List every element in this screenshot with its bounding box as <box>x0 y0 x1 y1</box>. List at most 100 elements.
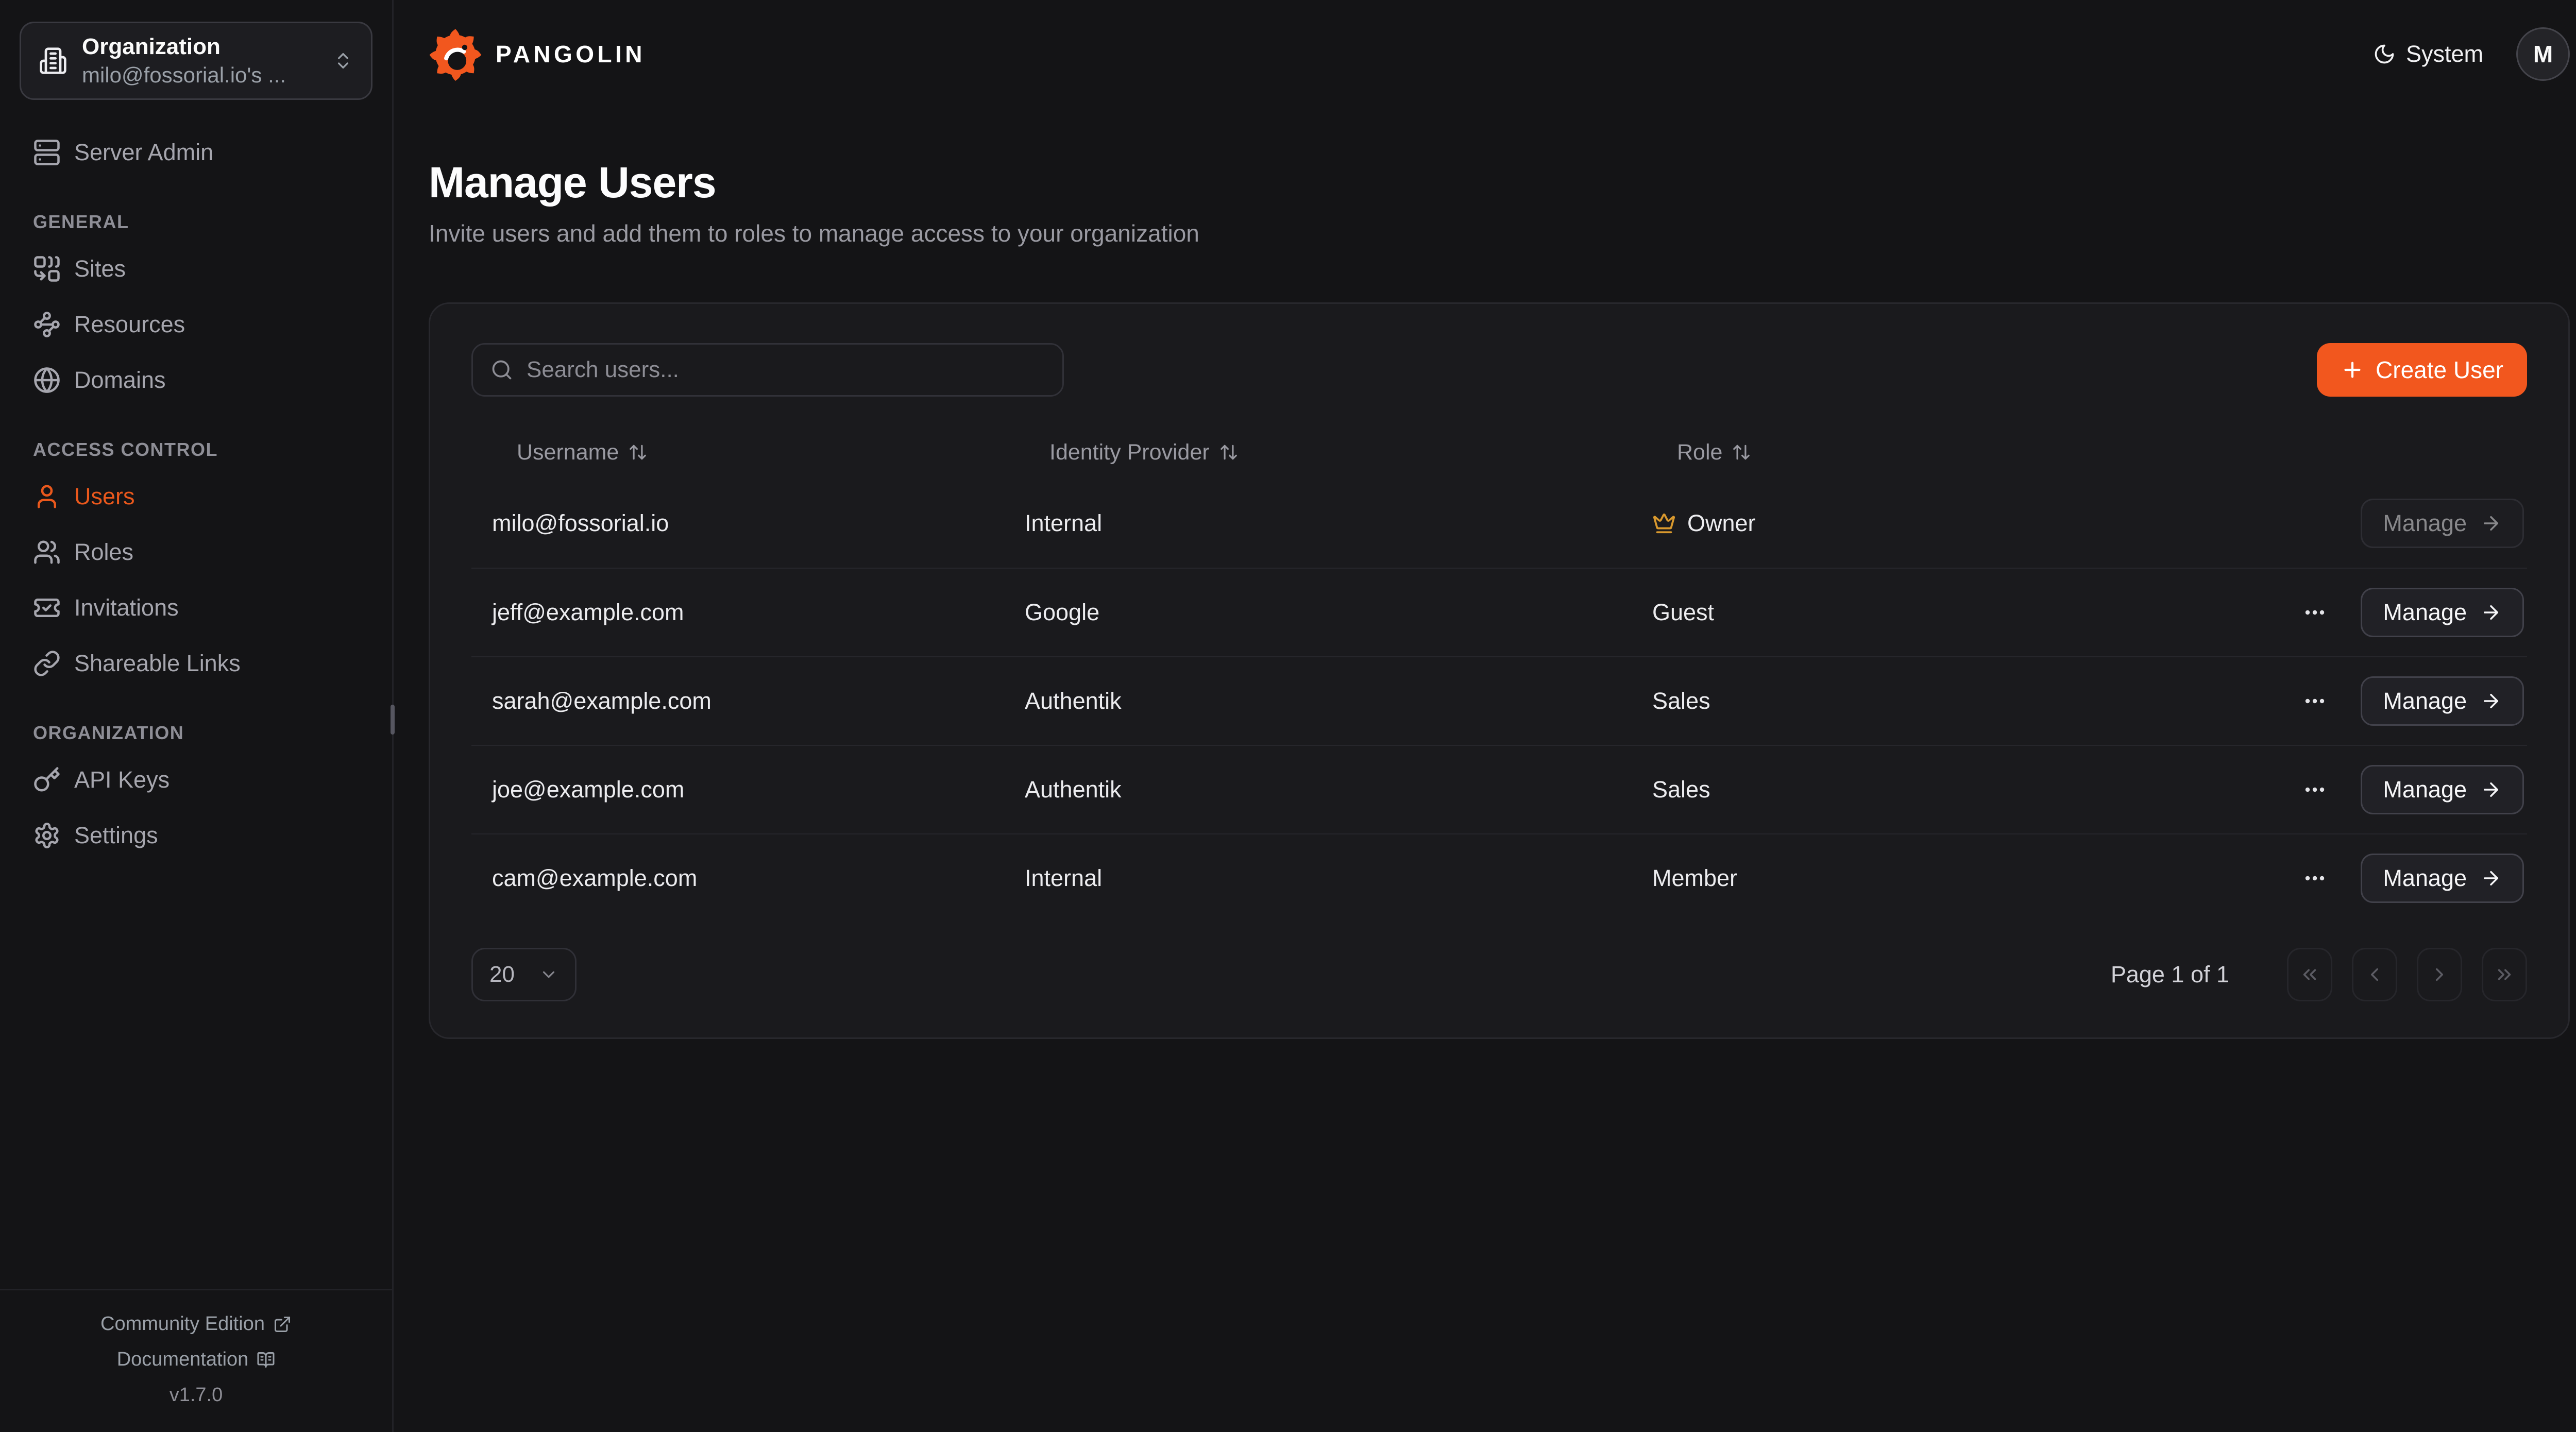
sidebar-item-settings[interactable]: Settings <box>20 808 372 863</box>
sidebar-item-label: Users <box>74 483 135 510</box>
manage-button: Manage <box>2361 499 2524 548</box>
arrow-right-icon <box>2480 690 2502 712</box>
search-input[interactable] <box>527 357 1045 383</box>
last-page-button[interactable] <box>2482 948 2527 1001</box>
theme-toggle[interactable]: System <box>2373 41 2483 67</box>
pagination-buttons <box>2287 948 2527 1001</box>
cell-identity-provider: Internal <box>1004 510 1632 537</box>
page-header: Manage Users Invite users and add them t… <box>429 160 2570 248</box>
sidebar: Organization milo@fossorial.io's ... Ser… <box>0 0 394 1432</box>
cell-actions: Manage <box>2166 854 2527 903</box>
ellipsis-icon <box>2302 600 2327 625</box>
page-indicator: Page 1 of 1 <box>2111 961 2229 988</box>
column-header-role[interactable]: Role <box>1632 440 2166 465</box>
sort-icon <box>1219 442 1239 462</box>
row-menu-button[interactable] <box>2297 765 2333 814</box>
avatar[interactable]: M <box>2516 27 2570 81</box>
sidebar-footer: Community Edition Documentation v1.7.0 <box>0 1289 392 1432</box>
users-panel: Create User Username Identity Provider <box>429 302 2570 1039</box>
pagination-controls: Page 1 of 1 <box>2111 948 2527 1001</box>
sidebar-item-api-keys[interactable]: API Keys <box>20 752 372 808</box>
previous-page-button[interactable] <box>2352 948 2397 1001</box>
community-edition-link[interactable]: Community Edition <box>100 1313 292 1335</box>
row-menu-button[interactable] <box>2297 854 2333 903</box>
cell-actions: Manage <box>2166 588 2527 637</box>
org-selector[interactable]: Organization milo@fossorial.io's ... <box>20 22 372 100</box>
main-content: PANGOLIN System M Manage Users Invite us… <box>394 0 2576 1432</box>
chevrons-right-icon <box>2494 964 2515 985</box>
arrow-right-icon <box>2480 602 2502 623</box>
sidebar-item-shareable-links[interactable]: Shareable Links <box>20 636 372 691</box>
row-menu-button[interactable] <box>2297 676 2333 726</box>
manage-button-label: Manage <box>2383 688 2467 714</box>
sidebar-nav: Server Admin GENERAL Sites Resources Dom… <box>20 125 372 863</box>
cell-username: joe@example.com <box>471 776 1004 803</box>
page-size-value: 20 <box>489 962 515 987</box>
column-header-label: Role <box>1677 440 1722 465</box>
manage-button[interactable]: Manage <box>2361 765 2524 814</box>
row-menu-button[interactable] <box>2297 588 2333 637</box>
brand-logo[interactable]: PANGOLIN <box>429 27 646 81</box>
cell-username: sarah@example.com <box>471 688 1004 714</box>
moon-icon <box>2373 43 2396 65</box>
table-row: milo@fossorial.io Internal Owner Manage <box>471 479 2527 568</box>
sidebar-item-sites[interactable]: Sites <box>20 241 372 297</box>
sidebar-resize-handle[interactable] <box>391 705 395 735</box>
create-user-button[interactable]: Create User <box>2317 343 2527 397</box>
ellipsis-icon <box>2302 866 2327 891</box>
arrow-right-icon <box>2480 867 2502 889</box>
waypoints-icon <box>33 311 61 338</box>
documentation-link[interactable]: Documentation <box>117 1349 276 1371</box>
sidebar-item-invitations[interactable]: Invitations <box>20 580 372 636</box>
manage-button[interactable]: Manage <box>2361 676 2524 726</box>
sidebar-item-users[interactable]: Users <box>20 469 372 524</box>
manage-button[interactable]: Manage <box>2361 588 2524 637</box>
cell-role: Guest <box>1632 599 2166 626</box>
top-bar: PANGOLIN System M <box>429 0 2570 108</box>
sidebar-item-resources[interactable]: Resources <box>20 297 372 352</box>
section-label-organization: ORGANIZATION <box>20 722 372 744</box>
sidebar-item-server-admin[interactable]: Server Admin <box>20 125 372 180</box>
page-title: Manage Users <box>429 160 2570 205</box>
sort-icon <box>628 442 648 462</box>
sidebar-item-roles[interactable]: Roles <box>20 524 372 580</box>
page-size-select[interactable]: 20 <box>471 948 577 1001</box>
globe-icon <box>33 366 61 394</box>
cell-role-label: Sales <box>1652 776 1710 803</box>
sidebar-item-label: Roles <box>74 539 133 566</box>
first-page-button[interactable] <box>2287 948 2332 1001</box>
column-header-identity-provider[interactable]: Identity Provider <box>1004 440 1632 465</box>
external-link-icon <box>273 1315 292 1334</box>
key-icon <box>33 766 61 794</box>
ticket-check-icon <box>33 594 61 622</box>
cell-username: milo@fossorial.io <box>471 510 1004 537</box>
sidebar-item-label: Invitations <box>74 594 179 621</box>
column-header-username[interactable]: Username <box>471 440 1004 465</box>
search-icon <box>490 359 513 381</box>
book-open-icon <box>257 1351 275 1369</box>
table-row: sarah@example.com Authentik Sales Manage <box>471 656 2527 745</box>
users-table-header: Username Identity Provider Role <box>471 425 2527 479</box>
sidebar-item-label: API Keys <box>74 766 170 793</box>
table-row: jeff@example.com Google Guest Manage <box>471 568 2527 656</box>
chevron-down-icon <box>539 965 558 984</box>
building-icon <box>39 46 67 75</box>
cell-identity-provider: Internal <box>1004 865 1632 892</box>
chevron-left-icon <box>2364 964 2385 985</box>
brand-name: PANGOLIN <box>496 40 646 68</box>
chevrons-left-icon <box>2299 964 2320 985</box>
sidebar-item-domains[interactable]: Domains <box>20 352 372 408</box>
gear-icon <box>33 822 61 849</box>
manage-button-label: Manage <box>2383 599 2467 626</box>
manage-button-label: Manage <box>2383 776 2467 803</box>
arrow-right-icon <box>2480 779 2502 800</box>
manage-button[interactable]: Manage <box>2361 854 2524 903</box>
ellipsis-icon <box>2302 689 2327 713</box>
arrow-right-icon <box>2480 513 2502 534</box>
org-selector-value: milo@fossorial.io's ... <box>82 63 286 87</box>
combine-icon <box>33 255 61 283</box>
cell-identity-provider: Authentik <box>1004 776 1632 803</box>
chevrons-up-down-icon <box>333 50 353 71</box>
next-page-button[interactable] <box>2417 948 2462 1001</box>
cell-role-label: Sales <box>1652 688 1710 714</box>
